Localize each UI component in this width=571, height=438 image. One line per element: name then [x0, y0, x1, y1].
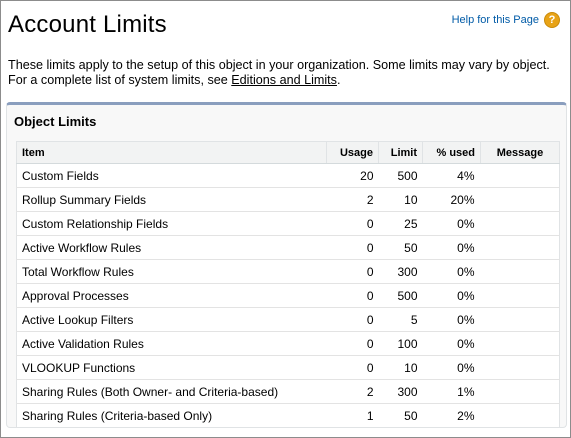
cell-usage: 2: [326, 379, 379, 404]
cell-usage: 20: [326, 163, 379, 188]
intro-end: .: [336, 73, 341, 87]
cell-limit: 10: [378, 355, 423, 380]
cell-pct-used: 20%: [422, 187, 481, 212]
cell-limit: 25: [378, 211, 423, 236]
cell-message: [481, 404, 560, 428]
cell-message: [480, 331, 560, 356]
cell-limit: 100: [378, 331, 423, 356]
cell-message: [480, 355, 560, 380]
cell-message: [480, 307, 560, 332]
table-row: Sharing Rules (Both Owner- and Criteria-…: [16, 379, 560, 404]
table-row: Active Lookup Filters 0 5 0%: [16, 307, 560, 332]
table-row: Approval Processes 0 500 0%: [16, 283, 560, 308]
table-row: Custom Fields 20 500 4%: [16, 163, 560, 188]
cell-item: Rollup Summary Fields: [16, 187, 327, 212]
cell-pct-used: 4%: [422, 163, 481, 188]
cell-item: Approval Processes: [16, 283, 327, 308]
table-header-row: Item Usage Limit % used Message: [16, 141, 560, 164]
table-row: Total Workflow Rules 0 300 0%: [16, 259, 560, 284]
header-limit: Limit: [378, 141, 423, 164]
cell-usage: 0: [326, 283, 379, 308]
cell-usage: 0: [326, 211, 379, 236]
cell-limit: 500: [378, 283, 423, 308]
cell-limit: 50: [378, 235, 423, 260]
cell-pct-used: 0%: [422, 355, 481, 380]
cell-item: Active Workflow Rules: [16, 235, 327, 260]
cell-pct-used: 0%: [422, 235, 481, 260]
header-message: Message: [480, 141, 560, 164]
cell-message: [480, 187, 560, 212]
limits-table: Item Usage Limit % used Message Custom F…: [16, 141, 560, 428]
intro-text: These limits apply to the setup of this …: [8, 58, 556, 88]
table-row: Active Workflow Rules 0 50 0%: [16, 235, 560, 260]
cell-usage: 0: [326, 307, 379, 332]
cell-usage: 2: [326, 187, 379, 212]
table-row: Custom Relationship Fields 0 25 0%: [16, 211, 560, 236]
cell-pct-used: 0%: [422, 283, 481, 308]
cell-limit: 10: [378, 187, 423, 212]
table-row: Rollup Summary Fields 2 10 20%: [16, 187, 560, 212]
cell-pct-used: 0%: [422, 307, 481, 332]
cell-item: Sharing Rules (Both Owner- and Criteria-…: [16, 379, 327, 404]
object-limits-panel: Object Limits Item Usage Limit % used Me…: [6, 102, 567, 428]
cell-usage: 1: [366, 408, 374, 423]
header-pct-used: % used: [422, 141, 481, 164]
cell-item: Total Workflow Rules: [16, 259, 327, 284]
cell-pct-used: 1%: [422, 379, 481, 404]
page-frame: Account Limits Help for this Page ? Thes…: [0, 0, 571, 438]
cell-item: Sharing Rules (Criteria-based Only): [22, 408, 213, 423]
cell-item: Active Validation Rules: [16, 331, 327, 356]
cell-limit: 300: [378, 379, 423, 404]
cell-limit: 300: [378, 259, 423, 284]
cell-message: [480, 259, 560, 284]
editions-and-limits-link[interactable]: Editions and Limits: [231, 73, 337, 87]
table-row: VLOOKUP Functions 0 10 0%: [16, 355, 560, 380]
cell-item: VLOOKUP Functions: [16, 355, 327, 380]
cell-usage: 0: [326, 331, 379, 356]
cell-limit: 500: [378, 163, 423, 188]
cell-item: Custom Fields: [16, 163, 327, 188]
cell-item: Custom Relationship Fields: [16, 211, 327, 236]
cell-message: [480, 211, 560, 236]
cell-message: [480, 235, 560, 260]
cell-limit: 50: [404, 408, 418, 423]
panel-title: Object Limits: [14, 114, 97, 129]
cell-usage: 0: [326, 259, 379, 284]
header-usage: Usage: [326, 141, 379, 164]
table-row: Sharing Rules (Criteria-based Only) 1 50 2%: [17, 404, 560, 428]
cell-message: [480, 163, 560, 188]
cell-pct-used: 2%: [457, 408, 475, 423]
page-title: Account Limits: [8, 11, 167, 38]
table-row: Active Validation Rules 0 100 0%: [16, 331, 560, 356]
cell-limit: 5: [378, 307, 423, 332]
header-item: Item: [16, 141, 327, 164]
cell-usage: 0: [326, 235, 379, 260]
help-for-this-page[interactable]: Help for this Page ?: [452, 12, 560, 28]
cell-pct-used: 0%: [422, 211, 481, 236]
cell-pct-used: 0%: [422, 259, 481, 284]
help-question-icon[interactable]: ?: [544, 12, 560, 28]
cell-message: [480, 283, 560, 308]
cell-pct-used: 0%: [422, 331, 481, 356]
cell-message: [480, 379, 560, 404]
cell-item: Active Lookup Filters: [16, 307, 327, 332]
cell-usage: 0: [326, 355, 379, 380]
help-link[interactable]: Help for this Page: [452, 14, 539, 26]
